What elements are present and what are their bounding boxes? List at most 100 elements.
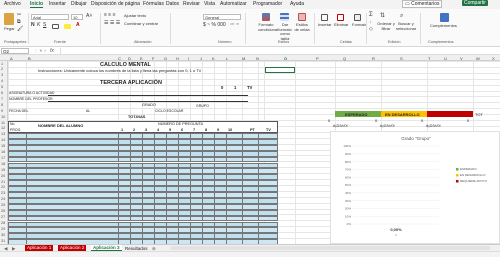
row-header[interactable]: 1 xyxy=(1,62,3,66)
col-header[interactable]: H xyxy=(176,56,179,61)
row-header[interactable]: 28 xyxy=(1,221,5,225)
tab-resultados[interactable]: Resultados xyxy=(125,246,148,251)
align-left-icon[interactable]: ☰ ☰ ☰ xyxy=(104,21,120,26)
number-format-select[interactable]: General xyxy=(203,14,241,20)
row-header[interactable]: 6 xyxy=(1,91,3,95)
format-table-icon[interactable] xyxy=(280,13,289,21)
fill-color-icon[interactable] xyxy=(64,24,71,29)
col-header[interactable]: C xyxy=(118,56,121,61)
col-header[interactable]: A xyxy=(10,56,13,61)
format-table-label[interactable]: Dar formato como tabla xyxy=(276,22,294,41)
worksheet-grid[interactable]: CALCULO MENTAL Instrucciones: Unicamente… xyxy=(8,61,500,244)
font-color-icon[interactable]: A xyxy=(76,23,80,28)
delete-cells-icon[interactable] xyxy=(337,14,344,21)
name-box[interactable]: O2 xyxy=(1,48,29,54)
col-header[interactable]: X xyxy=(492,56,495,61)
row-header[interactable]: 22 xyxy=(1,185,5,189)
col-header[interactable]: V xyxy=(460,56,463,61)
row-header[interactable]: 24 xyxy=(1,197,5,201)
col-header[interactable]: R xyxy=(372,56,375,61)
row-header[interactable]: 26 xyxy=(1,209,5,213)
col-header[interactable]: M xyxy=(242,56,245,61)
col-header[interactable]: F xyxy=(152,56,154,61)
menu-item-revisar[interactable]: Revisar xyxy=(183,1,200,7)
font-name-select[interactable]: Arial xyxy=(31,14,69,20)
insert-cells-label[interactable]: Insertar xyxy=(318,22,332,28)
menu-item-automatizar[interactable]: Automatizar xyxy=(220,1,247,7)
sort-filter-label[interactable]: Ordenar y filtrar xyxy=(377,21,395,31)
col-header[interactable]: G xyxy=(164,56,167,61)
italic-icon[interactable]: K xyxy=(37,23,40,28)
col-header[interactable]: J xyxy=(200,56,202,61)
menu-item-vista[interactable]: Vista xyxy=(204,1,215,7)
col-header[interactable]: W xyxy=(476,56,480,61)
insert-cells-icon[interactable] xyxy=(321,14,328,21)
col-header[interactable]: B xyxy=(28,56,31,61)
menu-item-dibujar[interactable]: Dibujar xyxy=(71,1,87,7)
paste-icon[interactable] xyxy=(4,13,14,25)
col-header[interactable]: Q xyxy=(343,56,346,61)
row-header[interactable]: 14 xyxy=(1,138,5,142)
bold-icon[interactable]: N xyxy=(31,23,35,28)
comments-button[interactable]: ▭ Comentarios xyxy=(402,0,443,8)
col-header-selected[interactable]: O xyxy=(284,56,287,61)
addins-icon[interactable] xyxy=(440,13,449,22)
conditional-format-icon[interactable] xyxy=(262,13,270,21)
font-size-select[interactable]: 10 xyxy=(71,14,83,20)
copy-icon[interactable]: ⧉ xyxy=(17,20,21,25)
selected-cell[interactable] xyxy=(265,67,295,73)
row-header[interactable]: 3 xyxy=(1,73,3,77)
menu-item-insertar[interactable]: Insertar xyxy=(49,1,66,7)
row-header[interactable]: 25 xyxy=(1,203,5,207)
row-header[interactable]: 11 xyxy=(1,121,5,125)
find-select-label[interactable]: Buscar y seleccionar xyxy=(396,21,416,31)
cut-icon[interactable]: ✂ xyxy=(17,13,21,18)
sort-filter-icon[interactable]: ⇅ xyxy=(380,13,385,18)
align-top-icon[interactable]: ≡ ≡ ≡ xyxy=(104,13,116,18)
menu-item-datos[interactable]: Datos xyxy=(166,1,179,7)
conditional-format-label[interactable]: Formato condicional xyxy=(258,22,278,32)
row-header[interactable]: 4 xyxy=(1,79,3,83)
row-header[interactable]: 5 xyxy=(1,85,3,89)
col-header[interactable]: S xyxy=(400,56,403,61)
col-header[interactable]: K xyxy=(212,56,215,61)
cancel-enter-icons[interactable]: ⋮ ✕ ✓ xyxy=(34,48,47,53)
menu-item-disposicion[interactable]: Disposición de página xyxy=(91,1,140,7)
row-header[interactable]: 21 xyxy=(1,180,5,184)
row-header[interactable]: 2 xyxy=(1,67,3,71)
format-cells-icon[interactable] xyxy=(354,14,361,21)
borders-icon[interactable] xyxy=(52,24,59,29)
menu-item-programador[interactable]: Programador xyxy=(253,1,282,7)
clear-icon[interactable]: ◇ xyxy=(369,27,373,32)
menu-item-archivo[interactable]: Archivo xyxy=(4,1,21,7)
row-header[interactable]: 15 xyxy=(1,144,5,148)
autosum-icon[interactable]: Σ xyxy=(369,12,373,17)
row-header[interactable]: 18 xyxy=(1,162,5,166)
horizontal-scrollbar[interactable] xyxy=(170,246,490,250)
row-header[interactable]: 27 xyxy=(1,215,5,219)
decimal-icon[interactable]: ⁺⁰ ⁻⁰ xyxy=(230,22,239,28)
row-header[interactable]: 8 xyxy=(1,103,3,107)
row-header[interactable]: 17 xyxy=(1,156,5,160)
row-header[interactable]: 10 xyxy=(1,115,5,119)
wrap-text-button[interactable]: Ajustar texto xyxy=(124,13,146,19)
chart-area[interactable]: Grado "Grupo" 100% 90% 80% 70% 60% 50% 40% 30% 20… xyxy=(330,131,500,244)
cell-styles-label[interactable]: Estilos de celda xyxy=(294,22,310,32)
row-header[interactable]: 13 xyxy=(1,132,5,136)
merge-center-button[interactable]: Combinar y centrar xyxy=(124,21,158,27)
row-header[interactable]: 9 xyxy=(1,109,3,113)
underline-icon[interactable]: S xyxy=(43,23,46,28)
addins-label[interactable]: Complementos xyxy=(430,23,457,29)
col-header[interactable]: U xyxy=(444,56,447,61)
col-header[interactable]: L xyxy=(226,56,228,61)
col-header[interactable]: N xyxy=(256,56,259,61)
col-header[interactable]: I xyxy=(188,56,189,61)
row-header[interactable]: 20 xyxy=(1,174,5,178)
cell-styles-icon[interactable] xyxy=(298,13,306,21)
format-cells-label[interactable]: Formato xyxy=(352,22,367,28)
menu-item-inicio[interactable]: Inicio xyxy=(30,1,44,8)
currency-icon[interactable]: $ ~ % 000 xyxy=(203,23,226,28)
grow-font-icon[interactable]: A˄ xyxy=(86,14,92,19)
row-header[interactable]: 31 xyxy=(1,239,5,243)
col-header[interactable]: D xyxy=(128,56,131,61)
